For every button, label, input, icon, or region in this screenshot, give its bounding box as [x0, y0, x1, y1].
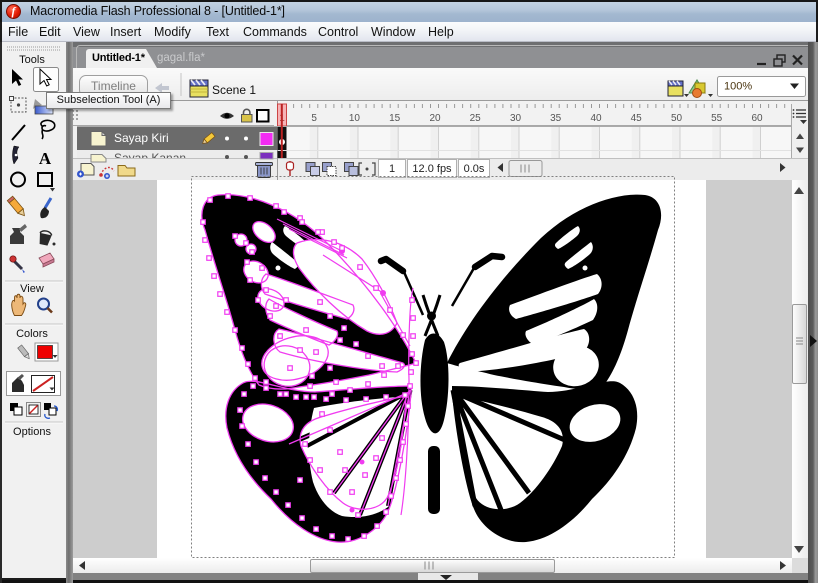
svg-text:Tools: Tools: [19, 54, 45, 66]
svg-text:View: View: [20, 283, 44, 295]
svg-text:A: A: [39, 149, 52, 168]
svg-text:Options: Options: [13, 426, 51, 438]
svg-text:Colors: Colors: [16, 328, 48, 340]
